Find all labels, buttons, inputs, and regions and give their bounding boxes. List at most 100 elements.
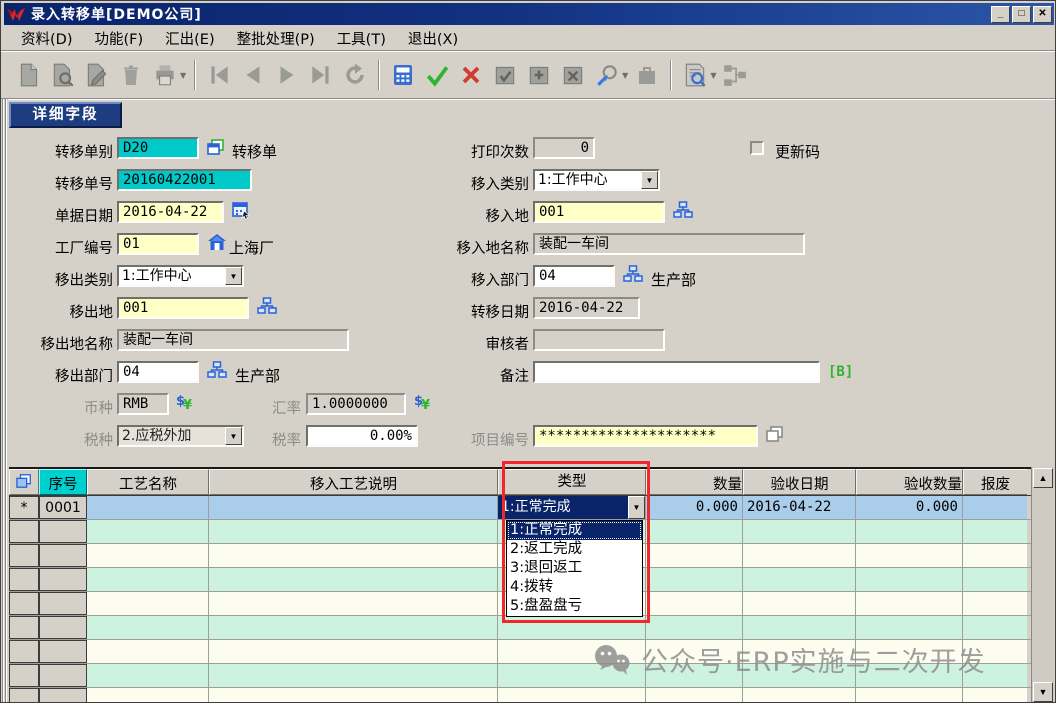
grid-vertical-scrollbar[interactable]: ▲ ▼ — [1031, 467, 1054, 703]
column-header-accept-qty[interactable]: 验收数量 — [856, 469, 963, 495]
svg-text:¥: ¥ — [421, 398, 430, 411]
minimize-button[interactable]: _ — [991, 6, 1010, 23]
toolbar-separator — [670, 60, 672, 90]
confirm-button[interactable] — [420, 58, 454, 92]
doc-type-browse-icon[interactable] — [206, 138, 226, 156]
type-option-2[interactable]: 2:返工完成 — [507, 540, 642, 559]
type-option-1[interactable]: 1:正常完成 — [507, 521, 642, 540]
out-dept-input[interactable]: 04 — [117, 361, 199, 383]
type-option-4[interactable]: 4:拨转 — [507, 578, 642, 597]
scroll-down-icon[interactable]: ▼ — [1033, 682, 1053, 702]
approve-doc-button[interactable] — [488, 58, 522, 92]
factory-home-icon[interactable] — [207, 233, 227, 251]
close-doc-button[interactable] — [630, 58, 664, 92]
unapprove-doc-button[interactable] — [522, 58, 556, 92]
project-no-label: 项目编号 — [431, 429, 529, 450]
grid-corner-cell[interactable] — [9, 469, 39, 495]
type-cell[interactable]: 1:正常完成 ▼ — [498, 496, 646, 519]
type-cell-combobox[interactable]: 1:正常完成 ▼ — [498, 496, 645, 519]
toolbar-separator — [194, 60, 196, 90]
cancel-button[interactable] — [454, 58, 488, 92]
in-dept-input[interactable]: 04 — [533, 265, 615, 287]
menu-export[interactable]: 汇出(E) — [154, 26, 225, 51]
doc-type-input[interactable]: D20 — [117, 137, 199, 159]
menu-tools[interactable]: 工具(T) — [326, 26, 397, 51]
search-jump-icon — [594, 62, 620, 88]
update-code-checkbox[interactable] — [750, 141, 764, 155]
scroll-up-icon[interactable]: ▲ — [1033, 468, 1053, 488]
qty-cell[interactable]: 0.000 — [646, 496, 743, 519]
new-button[interactable] — [12, 58, 46, 92]
next-record-button[interactable] — [270, 58, 304, 92]
out-cat-combobox[interactable]: 1:工作中心 ▼ — [117, 265, 244, 287]
flow-tree-button[interactable] — [718, 58, 752, 92]
project-copy-icon[interactable] — [765, 425, 785, 443]
calendar-icon[interactable] — [231, 201, 251, 219]
print-button[interactable] — [148, 58, 182, 92]
out-loc-input[interactable]: 001 — [117, 297, 249, 319]
row-marker-cell[interactable]: * — [9, 496, 39, 519]
out-loc-label: 移出地 — [1, 301, 113, 322]
type-dropdown-icon[interactable]: ▼ — [628, 496, 645, 519]
scrap-cell[interactable] — [963, 496, 1027, 519]
project-no-input[interactable]: ********************* — [533, 425, 758, 447]
out-dept-tag: 生产部 — [235, 365, 280, 386]
doc-date-label: 单据日期 — [1, 205, 113, 226]
out-dept-org-icon[interactable] — [207, 361, 227, 379]
in-loc-org-icon[interactable] — [673, 201, 693, 219]
remark-input[interactable] — [533, 361, 820, 383]
maximize-button[interactable]: □ — [1012, 6, 1031, 23]
tax-type-dropdown-icon: ▼ — [225, 427, 242, 445]
process-name-cell[interactable] — [87, 496, 209, 519]
process-desc-cell[interactable] — [209, 496, 498, 519]
column-header-accept-date[interactable]: 验收日期 — [743, 469, 856, 495]
menu-function[interactable]: 功能(F) — [83, 26, 154, 51]
column-header-scrap[interactable]: 报废 — [963, 469, 1027, 495]
accept-qty-cell[interactable]: 0.000 — [856, 496, 963, 519]
close-button[interactable]: ✕ — [1033, 6, 1052, 23]
prev-record-button[interactable] — [236, 58, 270, 92]
briefcase-icon — [635, 63, 659, 87]
doc-no-input[interactable]: 20160422001 — [117, 169, 252, 191]
tax-type-label: 税种 — [1, 429, 113, 450]
jump-search-button[interactable] — [590, 58, 624, 92]
column-header-seq[interactable]: 序号 — [39, 469, 87, 495]
find-button[interactable] — [46, 58, 80, 92]
void-doc-button[interactable] — [556, 58, 590, 92]
delete-button[interactable] — [114, 58, 148, 92]
menu-batch[interactable]: 整批处理(P) — [226, 26, 326, 51]
menu-exit[interactable]: 退出(X) — [397, 26, 469, 51]
type-option-3[interactable]: 3:退回返工 — [507, 559, 642, 578]
print-dropdown-icon[interactable]: ▼ — [180, 71, 186, 80]
preview-dropdown-icon[interactable]: ▼ — [710, 71, 716, 80]
currency-label: 币种 — [1, 397, 113, 418]
column-header-qty[interactable]: 数量 — [646, 469, 743, 495]
tab-detail-fields[interactable]: 详细字段 — [9, 102, 122, 128]
row-seq-cell[interactable]: 0001 — [39, 496, 87, 519]
remark-memo-icon[interactable]: [B] — [828, 364, 853, 380]
refresh-button[interactable] — [338, 58, 372, 92]
in-dept-org-icon[interactable] — [623, 265, 643, 283]
column-header-process-desc[interactable]: 移入工艺说明 — [209, 469, 498, 495]
menu-data[interactable]: 资料(D) — [10, 26, 83, 51]
out-loc-org-icon[interactable] — [257, 297, 277, 315]
out-loc-name-label: 移出地名称 — [1, 333, 113, 354]
factory-input[interactable]: 01 — [117, 233, 199, 255]
edit-button[interactable] — [80, 58, 114, 92]
doc-date-input[interactable]: 2016-04-22 — [117, 201, 224, 223]
in-loc-input[interactable]: 001 — [533, 201, 665, 223]
out-cat-dropdown-icon[interactable]: ▼ — [225, 267, 242, 285]
column-header-process-name[interactable]: 工艺名称 — [87, 469, 209, 495]
print-count-label: 打印次数 — [381, 141, 529, 162]
empty-grid-row — [9, 640, 1031, 664]
calculator-button[interactable] — [386, 58, 420, 92]
preview-button[interactable] — [678, 58, 712, 92]
first-record-button[interactable] — [202, 58, 236, 92]
in-cat-combobox[interactable]: 1:工作中心 ▼ — [533, 169, 660, 191]
jump-search-dropdown-icon[interactable]: ▼ — [622, 71, 628, 80]
type-option-5[interactable]: 5:盘盈盘亏 — [507, 597, 642, 616]
in-cat-dropdown-icon[interactable]: ▼ — [641, 171, 658, 189]
column-header-type[interactable]: 类型 — [498, 469, 646, 495]
accept-date-cell[interactable]: 2016-04-22 — [743, 496, 856, 519]
last-record-button[interactable] — [304, 58, 338, 92]
